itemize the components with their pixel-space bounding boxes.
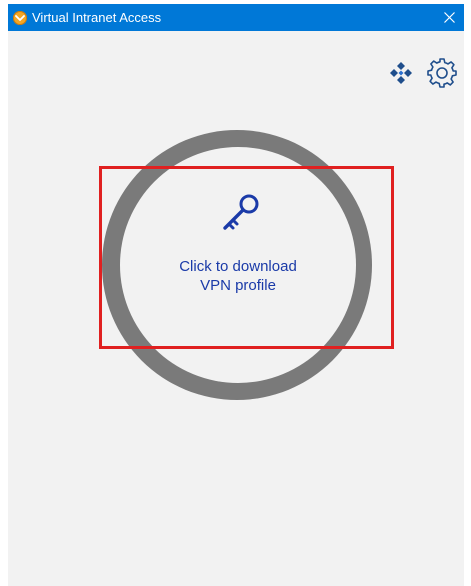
close-button[interactable] [434, 4, 464, 31]
key-icon [223, 194, 259, 230]
app-window: Virtual Intranet Access Click to downloa… [0, 0, 471, 586]
window-title: Virtual Intranet Access [32, 10, 162, 25]
main-panel: Click to download VPN profile [8, 31, 464, 586]
gear-icon [427, 58, 457, 88]
title-bar[interactable]: Virtual Intranet Access [8, 4, 464, 31]
download-profile-button[interactable]: Click to download VPN profile [120, 147, 356, 383]
settings-button[interactable] [425, 56, 459, 90]
download-profile-label: Click to download VPN profile [120, 257, 356, 295]
download-profile-line1: Click to download [179, 258, 297, 275]
close-icon [444, 12, 455, 23]
download-profile-line2: VPN profile [200, 277, 276, 294]
app-logo-icon [13, 11, 27, 25]
network-button[interactable] [386, 58, 416, 88]
network-icon [390, 62, 412, 84]
